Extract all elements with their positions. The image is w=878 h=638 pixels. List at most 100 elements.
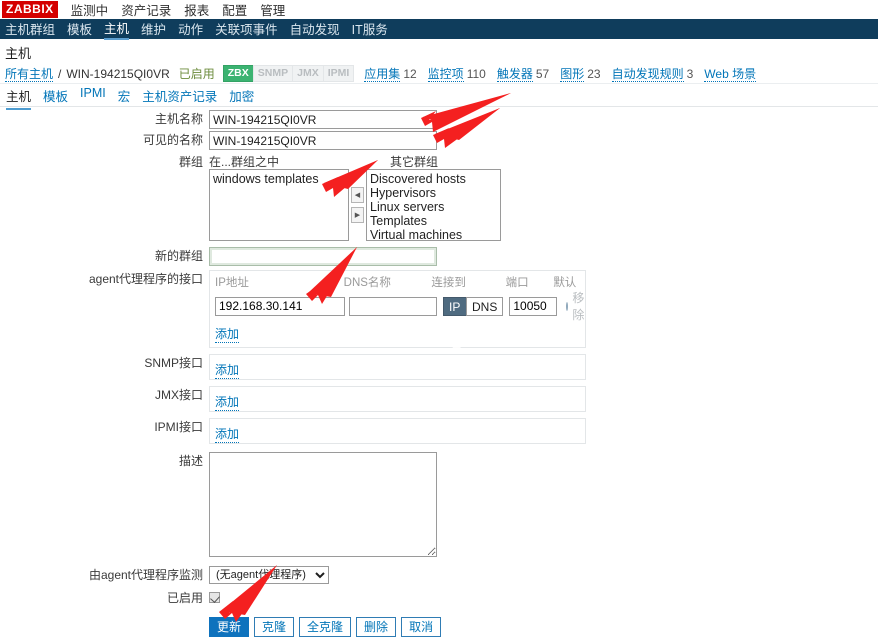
tag-snmp: SNMP	[252, 65, 294, 82]
groups-dual-list: windows templates ◀ ▶ Discovered hosts H…	[209, 169, 878, 241]
crumb-link-triggers-count: 57	[535, 67, 550, 81]
agent-interface-table: IP地址 DNS名称 连接到 端口 默认 IP地址 DNS	[209, 270, 586, 350]
tab-ipmi[interactable]: IPMI	[80, 86, 106, 103]
other-groups-listbox[interactable]: Discovered hosts Hypervisors Linux serve…	[366, 169, 501, 241]
label-agent-interfaces: agent代理程序的接口	[88, 272, 203, 286]
tab-host[interactable]: 主机	[6, 86, 32, 110]
field-groups: 群组 在...群组之中 其它群组 windows templates ◀ ▶ D…	[0, 153, 878, 241]
connect-to-dns-button[interactable]: DNS	[466, 296, 504, 316]
label-host-name: 主机名称	[154, 112, 203, 126]
list-item[interactable]: windows templates	[210, 172, 348, 186]
field-monitored-by-proxy: 由agent代理程序监测 (无agent代理程序)	[0, 566, 878, 585]
nav-item-maintenance[interactable]: 维护	[141, 19, 166, 39]
agent-interface-headers: IP地址 DNS名称 连接到 端口 默认	[215, 274, 580, 289]
triangle-left-icon[interactable]: ◀	[351, 187, 364, 203]
col-dns-name: DNS名称	[343, 277, 391, 289]
nav-item-host-groups[interactable]: 主机群组	[5, 19, 55, 39]
tab-macros[interactable]: 宏	[118, 86, 131, 108]
field-enabled: 已启用	[0, 589, 878, 608]
list-item[interactable]: Virtual machines	[367, 228, 500, 240]
crumb-link-items-count: 110	[466, 67, 486, 81]
crumb-link-web-scenarios[interactable]: Web 场景	[704, 65, 757, 82]
default-interface-radio[interactable]	[566, 301, 569, 311]
connect-to-ip-button[interactable]: IP地址	[443, 296, 467, 350]
nav-item-templates[interactable]: 模板	[67, 19, 92, 39]
tab-templates[interactable]: 模板	[43, 86, 68, 108]
visible-name-input[interactable]	[209, 131, 437, 150]
remove-interface-link[interactable]: 移除	[572, 289, 584, 323]
label-new-group: 新的群组	[154, 249, 203, 263]
connect-to-toggle: IP地址 DNS	[443, 296, 504, 350]
crumb-link-items-label[interactable]: 监控项	[427, 67, 464, 82]
topmenu-item-reports[interactable]: 报表	[184, 0, 209, 19]
nav-item-event-correlation[interactable]: 关联项事件	[215, 19, 278, 39]
agent-dns-input[interactable]	[349, 296, 437, 316]
crumb-link-graphs-count: 23	[587, 67, 601, 81]
field-snmp-interfaces: SNMP接口 添加	[0, 354, 878, 380]
crumb-link-applications[interactable]: 应用集 12	[364, 65, 417, 82]
group-move-buttons: ◀ ▶	[351, 169, 364, 241]
zabbix-logo: ZABBIX	[2, 1, 58, 18]
add-ipmi-interface-link[interactable]: 添加	[215, 425, 240, 443]
list-item[interactable]: Linux servers	[367, 200, 500, 214]
list-item[interactable]: Discovered hosts	[367, 172, 500, 186]
nav-item-hosts[interactable]: 主机	[104, 18, 130, 40]
crumb-link-applications-label[interactable]: 应用集	[364, 67, 401, 82]
tab-host-inventory[interactable]: 主机资产记录	[142, 86, 217, 108]
label-ipmi-interfaces: IPMI接口	[154, 420, 203, 434]
topmenu-item-configuration[interactable]: 配置	[222, 0, 247, 19]
topmenu-item-monitoring[interactable]: 监测中	[71, 0, 109, 19]
agent-port-input[interactable]	[509, 296, 558, 316]
snmp-interface-table: 添加	[209, 354, 586, 380]
groups-headers: 在...群组之中 其它群组	[209, 153, 878, 169]
crumb-link-discovery-rules-label[interactable]: 自动发现规则	[611, 67, 684, 82]
clone-button[interactable]: 克隆	[254, 617, 295, 637]
crumb-link-triggers-label[interactable]: 触发器	[496, 67, 533, 82]
label-in-groups: 在...群组之中	[209, 155, 280, 169]
label-jmx-interfaces: JMX接口	[154, 388, 203, 402]
label-visible-name: 可见的名称	[142, 133, 203, 147]
monitored-by-proxy-select[interactable]: (无agent代理程序)	[209, 566, 329, 584]
add-snmp-interface-link[interactable]: 添加	[215, 361, 240, 379]
topmenu-item-administration[interactable]: 管理	[260, 0, 285, 19]
nav-item-actions[interactable]: 动作	[178, 19, 203, 39]
crumb-link-graphs-label[interactable]: 图形	[560, 67, 585, 82]
form-action-buttons: 更新 克隆 全克隆 删除 取消	[0, 610, 878, 637]
ipmi-interface-table: 添加	[209, 418, 586, 444]
topmenu-item-inventory[interactable]: 资产记录	[121, 0, 171, 19]
crumb-link-web-scenarios-label[interactable]: Web 场景	[704, 67, 757, 82]
crumb-link-discovery-rules-count: 3	[686, 67, 694, 81]
breadcrumb-all-hosts-link[interactable]: 所有主机	[5, 65, 54, 82]
interface-availability-tags: ZBX SNMP JMX IPMI	[222, 65, 355, 82]
agent-ip-input[interactable]	[215, 296, 345, 316]
field-visible-name: 可见的名称	[0, 131, 878, 150]
field-ipmi-interfaces: IPMI接口 添加	[0, 418, 878, 444]
cancel-button[interactable]: 取消	[401, 617, 442, 637]
breadcrumb-all-hosts-text[interactable]: 所有主机	[5, 67, 54, 82]
list-item[interactable]: Templates	[367, 214, 500, 228]
triangle-right-icon[interactable]: ▶	[351, 207, 364, 223]
crumb-link-discovery-rules[interactable]: 自动发现规则 3	[611, 65, 694, 82]
update-button[interactable]: 更新	[209, 617, 250, 637]
delete-button[interactable]: 删除	[356, 617, 397, 637]
label-other-groups: 其它群组	[390, 155, 439, 169]
full-clone-button[interactable]: 全克隆	[299, 617, 352, 637]
label-snmp-interfaces: SNMP接口	[144, 356, 203, 370]
col-ip-address: IP地址	[215, 277, 249, 289]
crumb-link-graphs[interactable]: 图形 23	[560, 65, 601, 82]
crumb-link-items[interactable]: 监控项 110	[427, 65, 486, 82]
crumb-link-triggers[interactable]: 触发器 57	[496, 65, 550, 82]
host-name-input[interactable]	[209, 110, 437, 129]
crumb-link-applications-count: 12	[403, 67, 417, 81]
new-group-input[interactable]	[209, 247, 437, 266]
list-item[interactable]: Hypervisors	[367, 186, 500, 200]
add-jmx-interface-link[interactable]: 添加	[215, 393, 240, 411]
add-agent-interface-link[interactable]: 添加	[215, 325, 240, 343]
in-groups-listbox[interactable]: windows templates	[209, 169, 349, 241]
description-textarea[interactable]	[209, 452, 437, 557]
nav-item-services[interactable]: IT服务	[352, 19, 388, 39]
nav-item-discovery[interactable]: 自动发现	[290, 19, 340, 39]
field-jmx-interfaces: JMX接口 添加	[0, 386, 878, 412]
enabled-checkbox[interactable]	[209, 592, 220, 603]
tab-encryption[interactable]: 加密	[229, 86, 254, 108]
